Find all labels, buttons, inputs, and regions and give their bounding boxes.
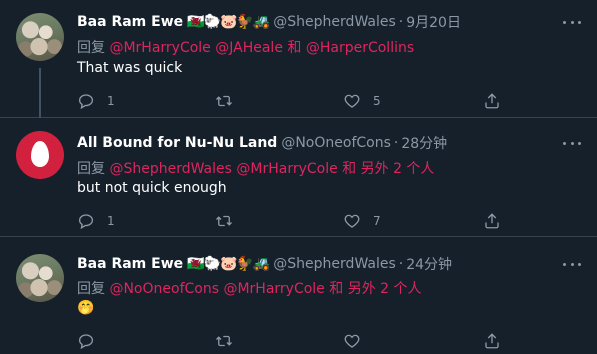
reply-icon bbox=[78, 214, 94, 230]
share-button[interactable] bbox=[483, 332, 501, 350]
like-button[interactable]: 7 bbox=[343, 212, 381, 230]
avatar[interactable] bbox=[16, 131, 64, 179]
reply-icon bbox=[78, 334, 94, 350]
user-handle[interactable]: @ShepherdWales bbox=[273, 14, 395, 30]
reply-icon bbox=[78, 94, 94, 110]
retweet-icon bbox=[216, 335, 232, 347]
display-name[interactable]: All Bound for Nu-Nu Land bbox=[77, 135, 277, 151]
reply-prefix: 回复 bbox=[77, 161, 105, 177]
reply-prefix: 回复 bbox=[77, 281, 105, 297]
name-emojis: 🏴󠁧󠁢󠁷󠁬󠁳󠁿🐑🐷🐓🚜 bbox=[187, 14, 270, 30]
thread-line bbox=[39, 68, 41, 118]
reply-button[interactable]: 1 bbox=[77, 92, 115, 110]
mention-link[interactable]: 和 bbox=[287, 40, 301, 56]
mention-link[interactable]: @HarperCollins bbox=[306, 40, 414, 56]
separator-dot: · bbox=[398, 14, 404, 30]
mention-link[interactable]: @JAHeale bbox=[215, 40, 283, 56]
tweet[interactable]: All Bound for Nu-Nu Land @NoOneofCons · … bbox=[0, 118, 597, 237]
retweet-button[interactable] bbox=[215, 212, 245, 230]
mention-link[interactable]: @MrHarryCole bbox=[223, 281, 324, 297]
tweet-text: That was quick bbox=[77, 60, 183, 76]
user-handle[interactable]: @NoOneofCons bbox=[281, 135, 391, 151]
tweet-text: 🤭 bbox=[77, 300, 95, 316]
tweet-header: All Bound for Nu-Nu Land @NoOneofCons · … bbox=[77, 133, 447, 153]
replying-to: 回复 @NoOneofCons @MrHarryCole 和 另外 2 个人 bbox=[77, 278, 422, 298]
avatar[interactable] bbox=[16, 13, 64, 61]
separator-dot: · bbox=[398, 256, 404, 272]
tweet[interactable]: Baa Ram Ewe 🏴󠁧󠁢󠁷󠁬󠁳󠁿🐑🐷🐓🚜 @ShepherdWales ·… bbox=[0, 0, 597, 118]
default-egg-icon bbox=[31, 141, 49, 167]
tweet-header: Baa Ram Ewe 🏴󠁧󠁢󠁷󠁬󠁳󠁿🐑🐷🐓🚜 @ShepherdWales ·… bbox=[77, 254, 452, 274]
reply-count: 1 bbox=[107, 214, 115, 228]
share-icon bbox=[485, 333, 499, 349]
share-icon bbox=[485, 93, 499, 109]
replying-to: 回复 @ShepherdWales @MrHarryCole 和 另外 2 个人 bbox=[77, 158, 434, 178]
user-handle[interactable]: @ShepherdWales bbox=[273, 256, 395, 272]
share-button[interactable] bbox=[483, 212, 501, 230]
tweet-actions: 1 5 bbox=[77, 91, 507, 111]
mention-link[interactable]: @MrHarryCole bbox=[109, 40, 210, 56]
mention-link[interactable]: 和 bbox=[329, 281, 343, 297]
timestamp[interactable]: 28分钟 bbox=[401, 133, 447, 153]
avatar[interactable] bbox=[16, 254, 64, 302]
display-name[interactable]: Baa Ram Ewe bbox=[77, 14, 183, 30]
like-count: 7 bbox=[373, 214, 381, 228]
like-button[interactable]: 5 bbox=[343, 92, 381, 110]
retweet-button[interactable] bbox=[215, 332, 245, 350]
mention-link[interactable]: @ShepherdWales bbox=[109, 161, 231, 177]
display-name[interactable]: Baa Ram Ewe bbox=[77, 256, 183, 272]
mention-link[interactable]: 另外 2 个人 bbox=[348, 281, 422, 297]
reply-count: 1 bbox=[107, 94, 115, 108]
mention-link[interactable]: @MrHarryCole bbox=[236, 161, 337, 177]
replying-to: 回复 @MrHarryCole @JAHeale 和 @HarperCollin… bbox=[77, 37, 414, 57]
like-button[interactable] bbox=[343, 332, 373, 350]
separator-dot: · bbox=[393, 135, 399, 151]
share-icon bbox=[485, 213, 499, 229]
retweet-button[interactable] bbox=[215, 92, 245, 110]
heart-icon bbox=[344, 94, 360, 108]
timestamp[interactable]: 9月20日 bbox=[406, 12, 461, 32]
tweet-header: Baa Ram Ewe 🏴󠁧󠁢󠁷󠁬󠁳󠁿🐑🐷🐓🚜 @ShepherdWales ·… bbox=[77, 12, 461, 32]
like-count: 5 bbox=[373, 94, 381, 108]
mention-link[interactable]: 另外 2 个人 bbox=[361, 161, 435, 177]
more-options-icon[interactable] bbox=[563, 134, 581, 152]
retweet-icon bbox=[216, 95, 232, 107]
mention-link[interactable]: @NoOneofCons bbox=[109, 281, 219, 297]
reply-button[interactable] bbox=[77, 332, 107, 350]
tweet-actions: 1 7 bbox=[77, 211, 507, 231]
share-button[interactable] bbox=[483, 92, 501, 110]
name-emojis: 🏴󠁧󠁢󠁷󠁬󠁳󠁿🐑🐷🐓🚜 bbox=[187, 256, 270, 272]
tweet-actions bbox=[77, 331, 507, 351]
heart-icon bbox=[344, 334, 360, 348]
more-options-icon[interactable] bbox=[563, 13, 581, 31]
tweet-text: but not quick enough bbox=[77, 180, 227, 196]
retweet-icon bbox=[216, 215, 232, 227]
mention-link[interactable]: 和 bbox=[342, 161, 356, 177]
more-options-icon[interactable] bbox=[563, 255, 581, 273]
tweet[interactable]: Baa Ram Ewe 🏴󠁧󠁢󠁷󠁬󠁳󠁿🐑🐷🐓🚜 @ShepherdWales ·… bbox=[0, 237, 597, 354]
reply-button[interactable]: 1 bbox=[77, 212, 115, 230]
heart-icon bbox=[344, 214, 360, 228]
timestamp[interactable]: 24分钟 bbox=[406, 254, 452, 274]
reply-prefix: 回复 bbox=[77, 40, 105, 56]
